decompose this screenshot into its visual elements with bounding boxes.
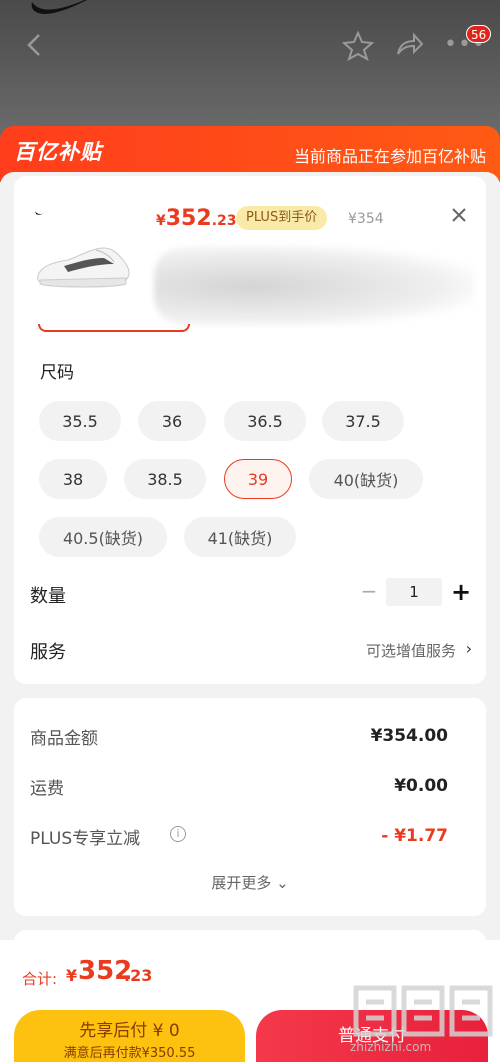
shipping-value: ¥0.00 (394, 776, 448, 796)
plus-price-tag: PLUS到手价 (236, 206, 328, 230)
product-thumbnail[interactable] (28, 202, 138, 312)
service-option-link[interactable]: 可选增值服务 (366, 640, 456, 661)
pay-later-sublabel: 满意后再付款¥350.55 (63, 1046, 196, 1061)
service-label: 服务 (30, 642, 66, 663)
nike-swoosh-icon (35, 207, 53, 215)
blurred-product-info (154, 246, 474, 326)
subtotal-value: ¥354.00 (370, 726, 448, 746)
pay-later-label: 先享后付 ¥ 0 (79, 1021, 180, 1041)
size-chip-out-of-stock[interactable]: 40(缺货) (309, 459, 423, 499)
quantity-decrease-button[interactable]: − (358, 580, 380, 602)
size-chip-out-of-stock[interactable]: 40.5(缺货) (39, 517, 167, 557)
subtotal-label: 商品金额 (30, 729, 98, 749)
size-chip[interactable]: 38 (39, 459, 107, 499)
expand-more-link[interactable]: 展开更多 ⌄ (14, 872, 486, 893)
sneaker-image (37, 247, 130, 288)
size-chip-out-of-stock[interactable]: 41(缺货) (184, 517, 296, 557)
favorite-star-icon[interactable] (342, 30, 374, 62)
plus-discount-label: PLUS专享立减 (30, 829, 141, 849)
size-chip[interactable]: 35.5 (39, 401, 121, 441)
quantity-label: 数量 (30, 586, 66, 607)
total-label: 合计: (22, 970, 58, 988)
subsidy-banner-text: 当前商品正在参加百亿补贴 (293, 147, 486, 166)
options-card: 尺码 35.5 36 36.5 37.5 38 38.5 39 40(缺货) 4… (14, 324, 486, 684)
close-icon[interactable] (450, 206, 468, 224)
plus-discount-value: - ¥1.77 (381, 826, 448, 846)
subsidy-logo: 百亿补贴 (14, 140, 102, 164)
size-chip-selected[interactable]: 39 (224, 459, 292, 499)
previous-option-chip (38, 324, 190, 332)
back-icon[interactable] (22, 30, 48, 60)
total-decimal: .23 (124, 966, 153, 985)
total-currency: ¥ (66, 966, 78, 985)
nike-logo (31, 0, 87, 14)
size-chip[interactable]: 36.5 (224, 401, 306, 441)
info-icon[interactable]: i (170, 826, 186, 842)
product-header: ¥ 352 .23 PLUS到手价 ¥354 (14, 176, 486, 336)
size-chip[interactable]: 37.5 (322, 401, 404, 441)
size-chip[interactable]: 36 (138, 401, 206, 441)
original-price: ¥354 (348, 211, 384, 227)
watermark-text: zhizhizhi.com (350, 1040, 432, 1054)
pay-later-button[interactable]: 先享后付 ¥ 0 满意后再付款¥350.55 (14, 1010, 245, 1062)
background-page: ••• 56 (0, 0, 500, 140)
share-icon[interactable] (394, 30, 424, 60)
chevron-right-icon[interactable]: › (466, 639, 472, 658)
purchase-sheet: ¥ 352 .23 PLUS到手价 ¥354 尺码 35.5 36 36.5 3… (0, 172, 500, 1063)
cart-badge: 56 (466, 25, 492, 43)
product-price: ¥ 352 .23 (156, 206, 237, 231)
price-summary: 商品金额 ¥354.00 运费 ¥0.00 PLUS专享立减 i - ¥1.77… (14, 698, 486, 916)
size-title: 尺码 (40, 363, 74, 383)
size-chip[interactable]: 38.5 (124, 459, 206, 499)
quantity-increase-button[interactable]: + (450, 578, 472, 606)
quantity-input[interactable]: 1 (386, 578, 442, 606)
shipping-label: 运费 (30, 779, 64, 799)
